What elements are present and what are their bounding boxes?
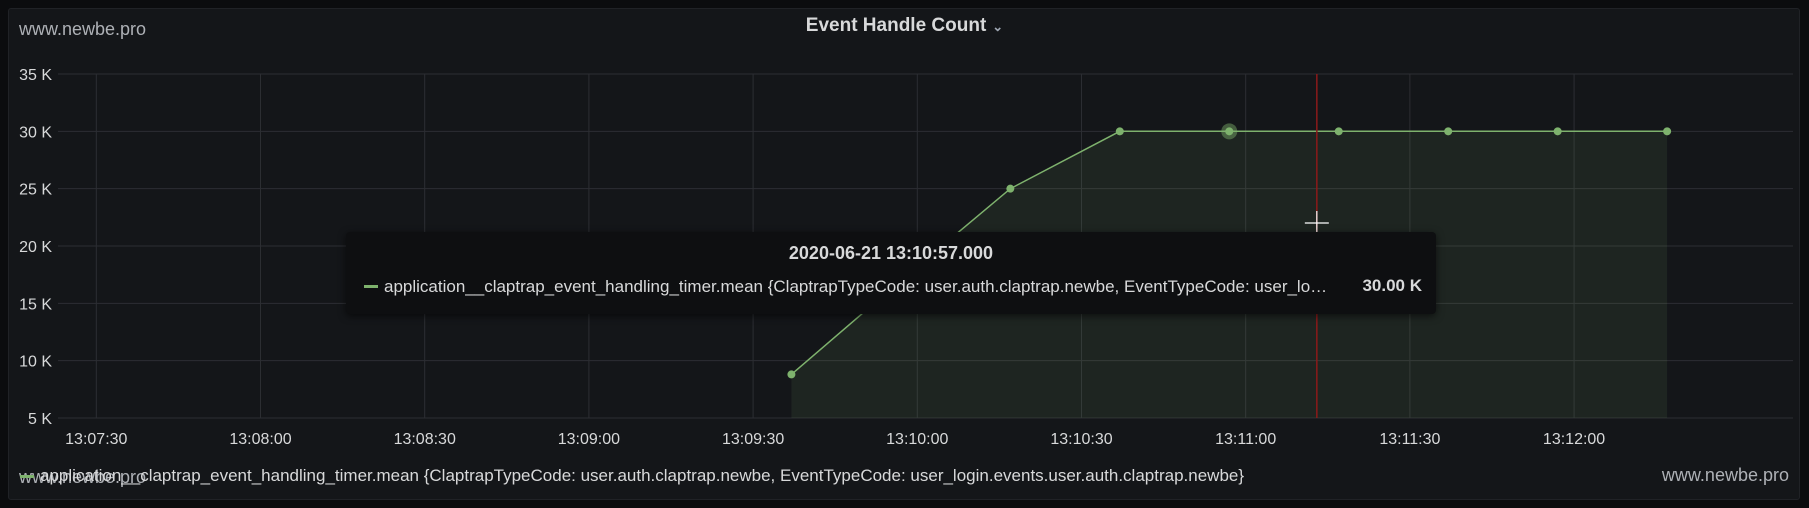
series-point: [1663, 127, 1672, 136]
x-tick-label: 13:12:00: [1543, 431, 1605, 448]
series-point: [1115, 127, 1124, 136]
x-tick-label: 13:11:00: [1215, 431, 1276, 448]
y-tick-label: 5 K: [28, 411, 52, 428]
x-tick-label: 13:08:30: [394, 431, 456, 448]
tooltip-row: application__claptrap_event_handling_tim…: [364, 276, 1422, 297]
tooltip-time: 2020-06-21 13:10:57.000: [788, 243, 994, 263]
x-tick-label: 13:09:30: [722, 431, 784, 448]
legend[interactable]: application__claptrap_event_handling_tim…: [20, 466, 1244, 486]
x-tick-label: 13:09:00: [558, 431, 620, 448]
y-axis: 5 K 10 K 15 K 20 K 25 K 30 K 35 K: [19, 67, 52, 428]
legend-swatch[interactable]: [20, 475, 34, 479]
x-tick-label: 13:08:00: [229, 431, 291, 448]
series-point: [1225, 127, 1234, 136]
tooltip-series-swatch: [364, 285, 378, 289]
x-tick-label: 13:10:00: [886, 431, 948, 448]
y-tick-label: 30 K: [19, 124, 52, 141]
x-axis: 13:07:30 13:08:00 13:08:30 13:09:00 13:09:30…: [65, 431, 1605, 448]
series-point: [787, 370, 796, 379]
legend-series-name[interactable]: application__claptrap_event_handling_tim…: [40, 466, 1244, 485]
y-tick-label: 25 K: [19, 182, 52, 199]
series-point: [1444, 127, 1453, 136]
watermark-bottom-right: www.newbe.pro: [1661, 465, 1789, 485]
tooltip-series-name: application__claptrap_event_handling_tim…: [384, 276, 1334, 296]
y-tick-label: 35 K: [19, 67, 52, 84]
x-tick-label: 13:07:30: [65, 431, 127, 448]
x-tick-label: 13:11:30: [1379, 431, 1440, 448]
y-tick-label: 15 K: [19, 296, 52, 313]
series-point: [1553, 127, 1562, 136]
y-tick-label: 20 K: [19, 239, 52, 256]
y-tick-label: 10 K: [19, 354, 52, 371]
x-tick-label: 13:10:30: [1050, 431, 1112, 448]
series-point: [1334, 127, 1343, 136]
tooltip-value: 30.00 K: [1362, 276, 1422, 295]
tooltip: 2020-06-21 13:10:57.000 application__cla…: [346, 232, 1436, 314]
series-point: [1006, 184, 1015, 193]
